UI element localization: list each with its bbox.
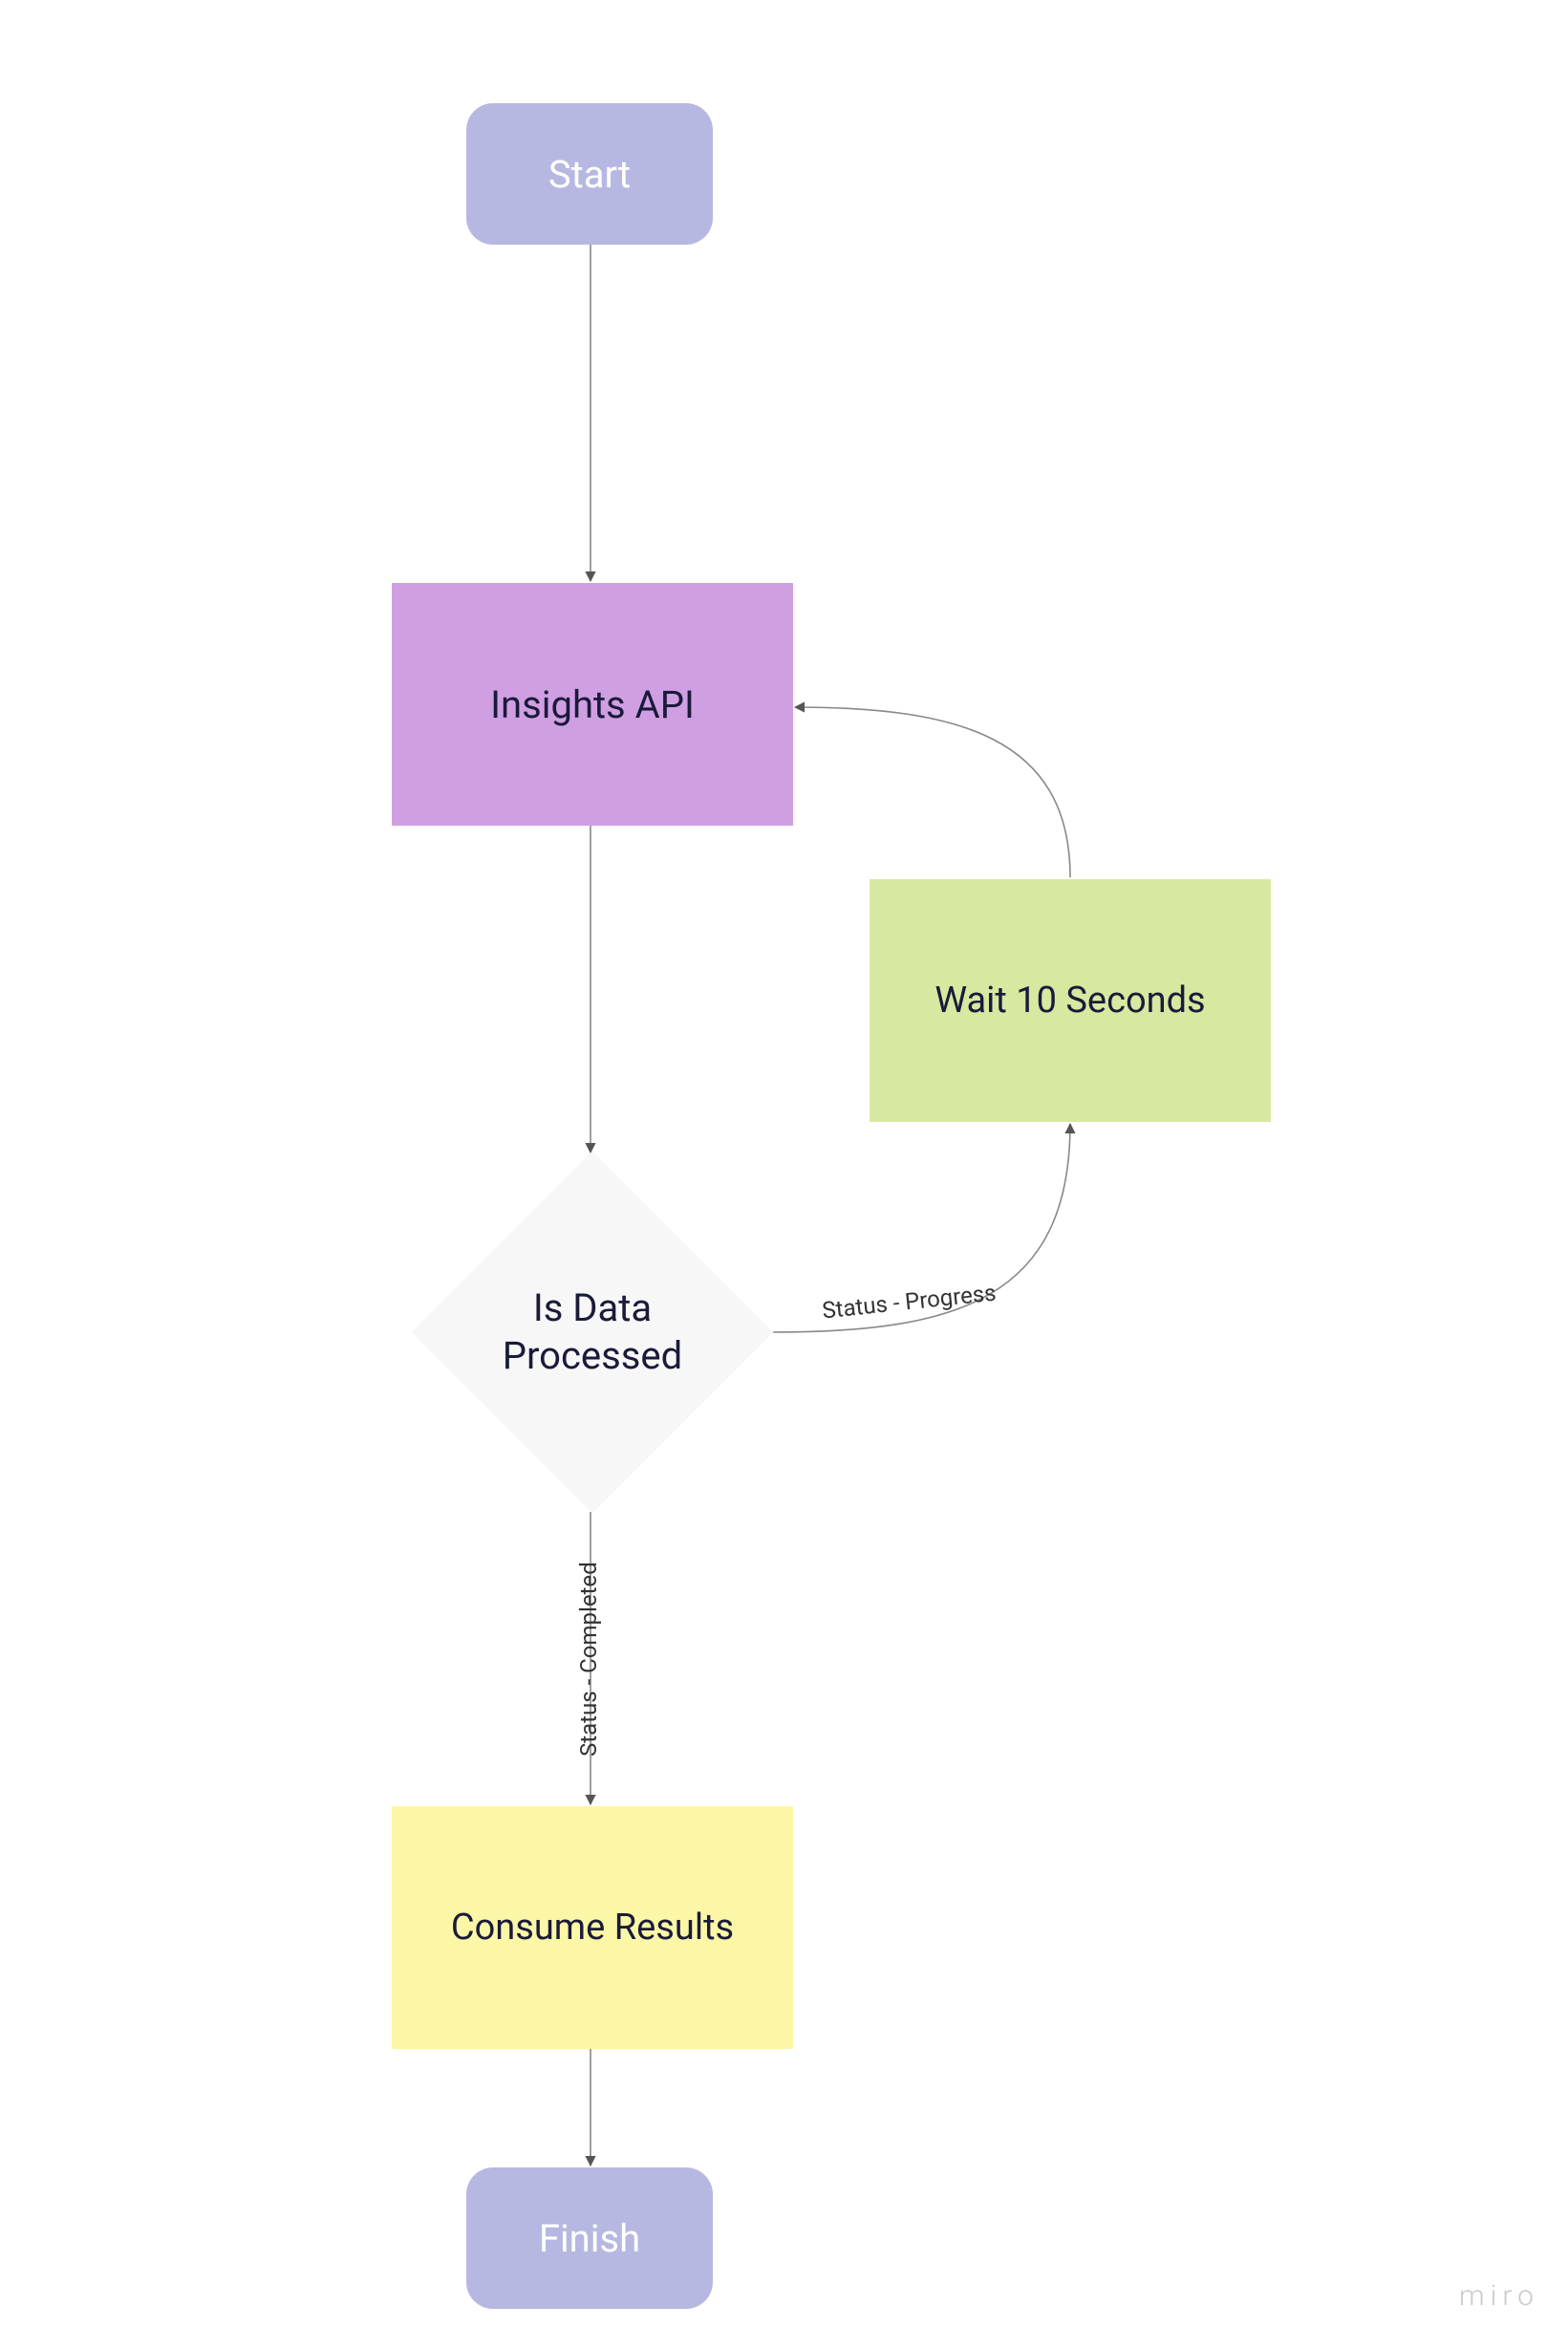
- finish-node: Finish: [466, 2167, 713, 2309]
- finish-label: Finish: [539, 2216, 640, 2261]
- start-label: Start: [548, 152, 631, 197]
- decision-node: Is Data Processed: [411, 1151, 774, 1514]
- edge-label-progress: Status - Progress: [821, 1280, 998, 1325]
- insights-label: Insights API: [490, 682, 695, 727]
- wait-node: Wait 10 Seconds: [870, 879, 1271, 1122]
- miro-watermark: miro: [1459, 2279, 1539, 2313]
- wait-label: Wait 10 Seconds: [934, 980, 1205, 1022]
- edge-label-completed: Status - Completed: [575, 1562, 602, 1757]
- consume-label: Consume Results: [451, 1907, 734, 1949]
- insights-api-node: Insights API: [392, 583, 793, 826]
- consume-results-node: Consume Results: [392, 1806, 793, 2049]
- decision-label: Is Data Processed: [411, 1151, 774, 1514]
- start-node: Start: [466, 103, 713, 245]
